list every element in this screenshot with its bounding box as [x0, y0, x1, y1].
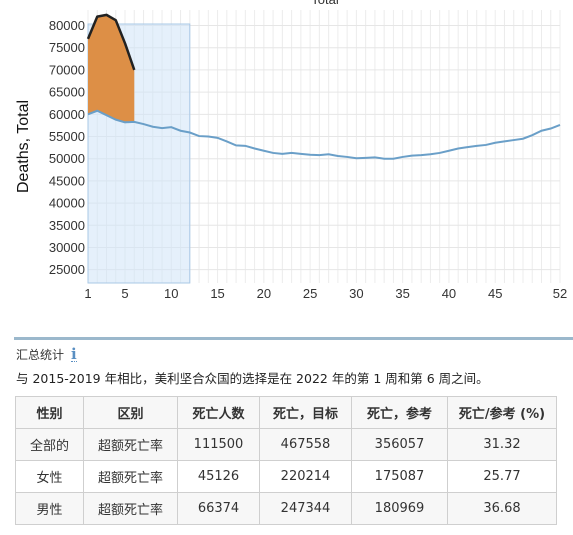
x-tick-label: 30: [349, 286, 363, 301]
table-cell: 女性: [15, 460, 84, 493]
y-tick-label: 50000: [49, 151, 85, 166]
x-tick-label: 35: [395, 286, 409, 301]
table-cell: 超额死亡率: [83, 492, 178, 525]
stats-table: 性别 区别 死亡人数 死亡，目标 死亡，参考 死亡/参考 (%) 全部的 超额死…: [15, 396, 557, 525]
header-difference[interactable]: 区别: [83, 396, 178, 429]
table-cell: 全部的: [15, 428, 84, 461]
y-tick-label: 65000: [49, 85, 85, 100]
x-tick-label: 20: [257, 286, 271, 301]
y-tick-label: 80000: [49, 18, 85, 33]
table-header-row: 性别 区别 死亡人数 死亡，目标 死亡，参考 死亡/参考 (%): [15, 396, 557, 429]
x-tick-label: 1: [84, 286, 91, 301]
summary-description: 与 2015-2019 年相比，美利坚合众国的选择是在 2022 年的第 1 周…: [16, 371, 489, 386]
table-cell: 45126: [177, 460, 260, 493]
table-cell: 男性: [15, 492, 84, 525]
x-tick-label: 52: [553, 286, 567, 301]
table-cell: 247344: [259, 492, 352, 525]
y-tick-label: 25000: [49, 262, 85, 277]
x-tick-label: 40: [442, 286, 456, 301]
y-tick-label: 55000: [49, 129, 85, 144]
table-cell: 36.68: [447, 492, 557, 525]
summary-header: 汇总统计 i: [16, 346, 77, 363]
table-cell: 220214: [259, 460, 352, 493]
table-row: 全部的 超额死亡率 111500 467558 356057 31.32: [15, 428, 557, 461]
header-deaths-reference[interactable]: 死亡，参考: [351, 396, 448, 429]
chart-svg: Total 25000 30000 35000 40000 45000 50000 55000…: [15, 0, 567, 301]
y-tick-label: 60000: [49, 107, 85, 122]
x-tick-label: 25: [303, 286, 317, 301]
y-tick-label: 45000: [49, 173, 85, 188]
table-cell: 356057: [351, 428, 448, 461]
y-axis-title: Deaths, Total: [15, 100, 32, 193]
summary-heading: 汇总统计: [16, 348, 65, 362]
section-divider: [14, 337, 573, 340]
y-tick-label: 35000: [49, 218, 85, 233]
table-cell: 超额死亡率: [83, 460, 178, 493]
x-tick-label: 5: [121, 286, 128, 301]
table-cell: 111500: [177, 428, 260, 461]
table-cell: 31.32: [447, 428, 557, 461]
header-deaths-target[interactable]: 死亡，目标: [259, 396, 352, 429]
table-cell: 467558: [259, 428, 352, 461]
y-tick-label: 75000: [49, 40, 85, 55]
table-row: 女性 超额死亡率 45126 220214 175087 25.77: [15, 460, 557, 493]
x-tick-label: 45: [488, 286, 502, 301]
table-cell: 超额死亡率: [83, 428, 178, 461]
header-deaths[interactable]: 死亡人数: [177, 396, 260, 429]
y-tick-label: 70000: [49, 62, 85, 77]
x-tick-label: 15: [210, 286, 224, 301]
chart-title: Total: [311, 0, 339, 7]
header-ratio[interactable]: 死亡/参考 (%): [447, 396, 557, 429]
y-tick-label: 30000: [49, 240, 85, 255]
x-tick-label: 10: [164, 286, 178, 301]
mortality-chart: Total 25000 30000 35000 40000 45000 50000 55000…: [0, 0, 573, 310]
table-cell: 175087: [351, 460, 448, 493]
table-cell: 180969: [351, 492, 448, 525]
y-tick-label: 40000: [49, 196, 85, 211]
table-cell: 25.77: [447, 460, 557, 493]
header-sex[interactable]: 性别: [15, 396, 84, 429]
table-cell: 66374: [177, 492, 260, 525]
info-icon[interactable]: i: [71, 347, 77, 362]
table-row: 男性 超额死亡率 66374 247344 180969 36.68: [15, 492, 557, 525]
